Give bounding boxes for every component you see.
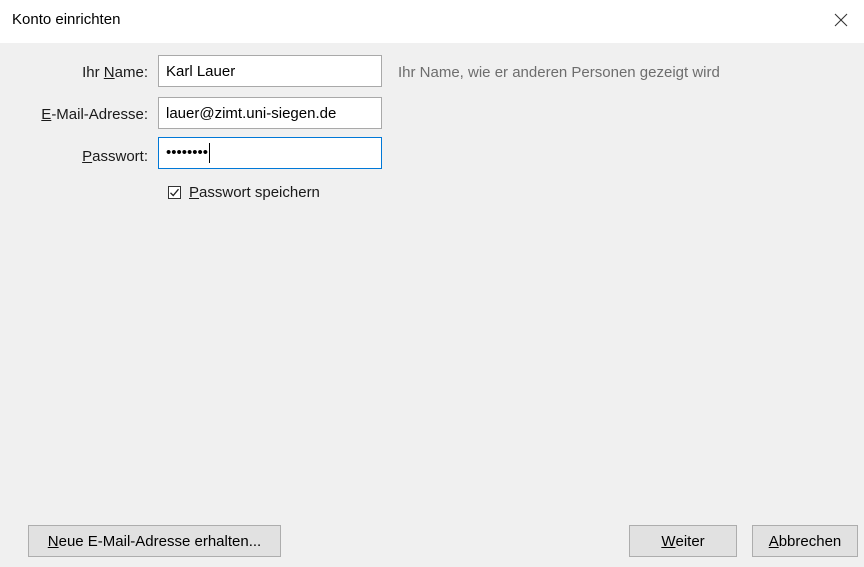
password-masked-value: •••••••• <box>166 138 211 168</box>
title-bar: Konto einrichten <box>0 0 864 43</box>
email-field[interactable] <box>158 97 382 129</box>
dialog-body: Ihr Name: Ihr Name, wie er anderen Perso… <box>0 43 864 567</box>
name-field[interactable] <box>158 55 382 87</box>
remember-password-label: Passwort speichern <box>189 184 320 201</box>
close-button[interactable] <box>818 0 864 43</box>
checkmark-icon <box>170 188 179 197</box>
close-icon <box>834 13 848 31</box>
get-new-address-button[interactable]: Neue E-Mail-Adresse erhalten... <box>28 525 281 557</box>
email-label: E-Mail-Adresse: <box>41 106 148 123</box>
password-field[interactable]: •••••••• <box>158 137 382 169</box>
cancel-button[interactable]: Abbrechen <box>752 525 858 557</box>
dialog-title: Konto einrichten <box>12 11 121 28</box>
text-caret <box>209 143 211 164</box>
next-button[interactable]: Weiter <box>629 525 737 557</box>
remember-password-checkbox[interactable]: Passwort speichern <box>168 184 320 201</box>
password-label: Passwort: <box>82 148 148 165</box>
account-setup-dialog: Konto einrichten Ihr Name: Ihr Name, wie… <box>0 0 864 567</box>
name-label: Ihr Name: <box>82 64 148 81</box>
name-hint: Ihr Name, wie er anderen Personen gezeig… <box>398 64 720 81</box>
checkbox-box[interactable] <box>168 186 181 199</box>
